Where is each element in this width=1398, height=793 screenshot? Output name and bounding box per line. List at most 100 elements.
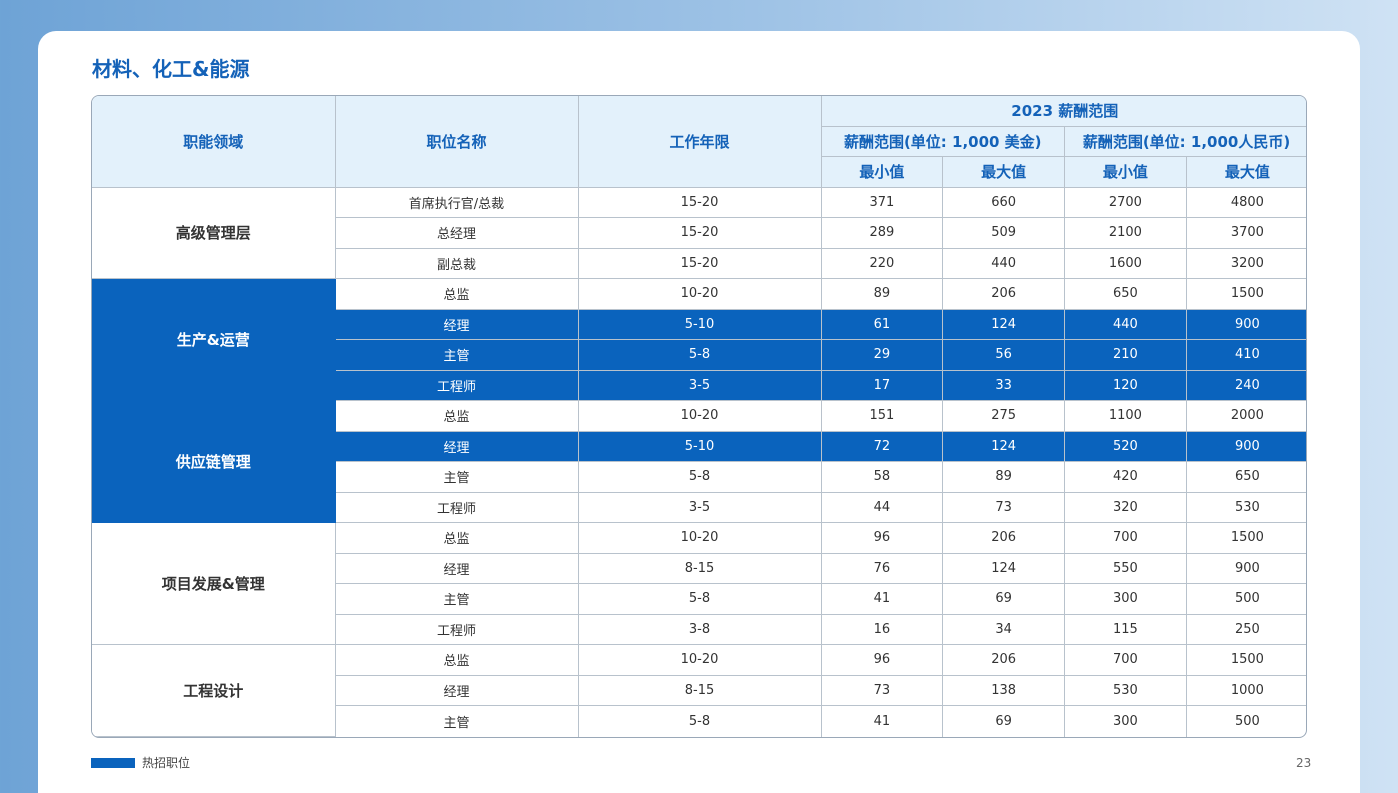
usd-min-cell: 151 [820, 400, 944, 432]
position-cell: 首席执行官/总裁 [334, 186, 579, 219]
usd-max-cell: 660 [942, 186, 1065, 219]
table-body: 高级管理层 首席执行官/总裁 15-20 371 660 2700 4800 总经理 15-20… [92, 186, 1306, 737]
header-rmb-min: 最小值 [1064, 155, 1187, 188]
rmb-min-cell: 650 [1064, 278, 1187, 310]
years-cell: 8-15 [577, 674, 822, 707]
usd-max-cell: 73 [942, 491, 1065, 524]
years-cell: 5-8 [577, 461, 822, 493]
usd-min-cell: 41 [820, 705, 944, 737]
rmb-max-cell: 530 [1185, 491, 1306, 524]
position-cell: 工程师 [335, 613, 579, 646]
years-cell: 5-8 [577, 339, 822, 371]
position-cell: 经理 [335, 674, 579, 707]
footer-label: 热招职位 [142, 756, 191, 770]
table-row: 供应链管理 总监 10-20 151 275 1100 2000 [92, 400, 1306, 524]
rmb-max-cell: 500 [1185, 583, 1306, 615]
years-cell: 10-20 [577, 400, 822, 432]
years-cell: 3-5 [577, 491, 822, 524]
usd-max-cell: 138 [942, 674, 1065, 707]
rmb-min-cell: 300 [1064, 705, 1187, 737]
rmb-max-cell: 1000 [1185, 674, 1306, 707]
usd-max-cell: 206 [942, 278, 1065, 310]
position-cell: 总监 [334, 522, 579, 554]
rmb-max-cell: 1500 [1185, 644, 1306, 676]
usd-min-cell: 96 [820, 522, 944, 554]
position-cell: 主管 [335, 461, 579, 493]
rmb-max-cell: 240 [1185, 369, 1306, 402]
usd-min-cell: 96 [820, 644, 944, 676]
rmb-max-cell: 500 [1185, 705, 1306, 737]
function-group-cell: 供应链管理 [92, 400, 336, 524]
rmb-min-cell: 520 [1064, 430, 1187, 463]
years-cell: 10-20 [577, 644, 822, 676]
rmb-max-cell: 900 [1185, 430, 1306, 463]
usd-min-cell: 41 [820, 583, 944, 615]
rmb-min-cell: 2100 [1064, 217, 1187, 249]
usd-min-cell: 289 [820, 217, 944, 249]
usd-min-cell: 17 [820, 369, 944, 402]
rmb-min-cell: 550 [1064, 552, 1187, 585]
position-cell: 经理 [335, 552, 579, 585]
usd-max-cell: 56 [942, 339, 1065, 371]
position-cell: 工程师 [335, 369, 579, 402]
usd-max-cell: 124 [942, 308, 1065, 341]
usd-max-cell: 69 [942, 705, 1065, 737]
salary-table-container: 职能领域 职位名称 工作年限 2023 薪酬范围 薪酬范围(单位: 1,000 … [91, 95, 1307, 738]
usd-min-cell: 61 [820, 308, 944, 341]
footer-accent-bar [91, 758, 135, 768]
years-cell: 5-10 [577, 430, 822, 463]
position-cell: 副总裁 [335, 247, 579, 280]
position-cell: 总经理 [335, 217, 579, 249]
position-cell: 主管 [335, 705, 579, 737]
function-group-cell: 项目发展&管理 [92, 522, 336, 646]
usd-max-cell: 206 [942, 644, 1065, 676]
rmb-min-cell: 420 [1064, 461, 1187, 493]
usd-min-cell: 16 [820, 613, 944, 646]
rmb-max-cell: 250 [1185, 613, 1306, 646]
rmb-min-cell: 700 [1064, 644, 1187, 676]
rmb-max-cell: 3700 [1185, 217, 1306, 249]
table-header: 职能领域 职位名称 工作年限 2023 薪酬范围 薪酬范围(单位: 1,000 … [92, 96, 1306, 188]
usd-min-cell: 76 [820, 552, 944, 585]
rmb-min-cell: 300 [1064, 583, 1187, 615]
usd-max-cell: 275 [942, 400, 1065, 432]
years-cell: 8-15 [577, 552, 822, 585]
rmb-max-cell: 2000 [1185, 400, 1306, 432]
usd-max-cell: 509 [942, 217, 1065, 249]
usd-min-cell: 29 [820, 339, 944, 371]
position-cell: 总监 [334, 644, 579, 676]
table-row: 高级管理层 首席执行官/总裁 15-20 371 660 2700 4800 [92, 186, 1306, 280]
table-row: 工程设计 总监 10-20 96 206 700 1500 [92, 644, 1306, 737]
salary-table: 职能领域 职位名称 工作年限 2023 薪酬范围 薪酬范围(单位: 1,000 … [92, 96, 1306, 737]
rmb-min-cell: 320 [1064, 491, 1187, 524]
rmb-min-cell: 2700 [1064, 186, 1187, 219]
header-usd-max: 最大值 [942, 155, 1065, 188]
header-years: 工作年限 [577, 96, 822, 188]
rmb-min-cell: 120 [1064, 369, 1187, 402]
usd-max-cell: 89 [942, 461, 1065, 493]
rmb-max-cell: 900 [1185, 308, 1306, 341]
usd-max-cell: 69 [942, 583, 1065, 615]
position-cell: 主管 [335, 339, 579, 371]
rmb-max-cell: 410 [1185, 339, 1306, 371]
header-rmb: 薪酬范围(单位: 1,000人民币) [1064, 125, 1306, 157]
rmb-min-cell: 440 [1064, 308, 1187, 341]
usd-max-cell: 33 [942, 369, 1065, 402]
header-position: 职位名称 [334, 96, 579, 188]
years-cell: 15-20 [577, 186, 822, 219]
table-row: 项目发展&管理 总监 10-20 96 206 700 1500 [92, 522, 1306, 646]
years-cell: 5-8 [577, 705, 822, 737]
usd-min-cell: 58 [820, 461, 944, 493]
years-cell: 5-8 [577, 583, 822, 615]
usd-max-cell: 440 [942, 247, 1065, 280]
rmb-min-cell: 115 [1064, 613, 1187, 646]
usd-max-cell: 206 [942, 522, 1065, 554]
rmb-max-cell: 4800 [1185, 186, 1306, 219]
usd-max-cell: 124 [942, 430, 1065, 463]
years-cell: 3-5 [577, 369, 822, 402]
rmb-max-cell: 1500 [1185, 278, 1306, 310]
function-group-cell: 生产&运营 [92, 278, 336, 402]
position-cell: 经理 [335, 430, 579, 463]
usd-max-cell: 34 [942, 613, 1065, 646]
years-cell: 10-20 [577, 278, 822, 310]
